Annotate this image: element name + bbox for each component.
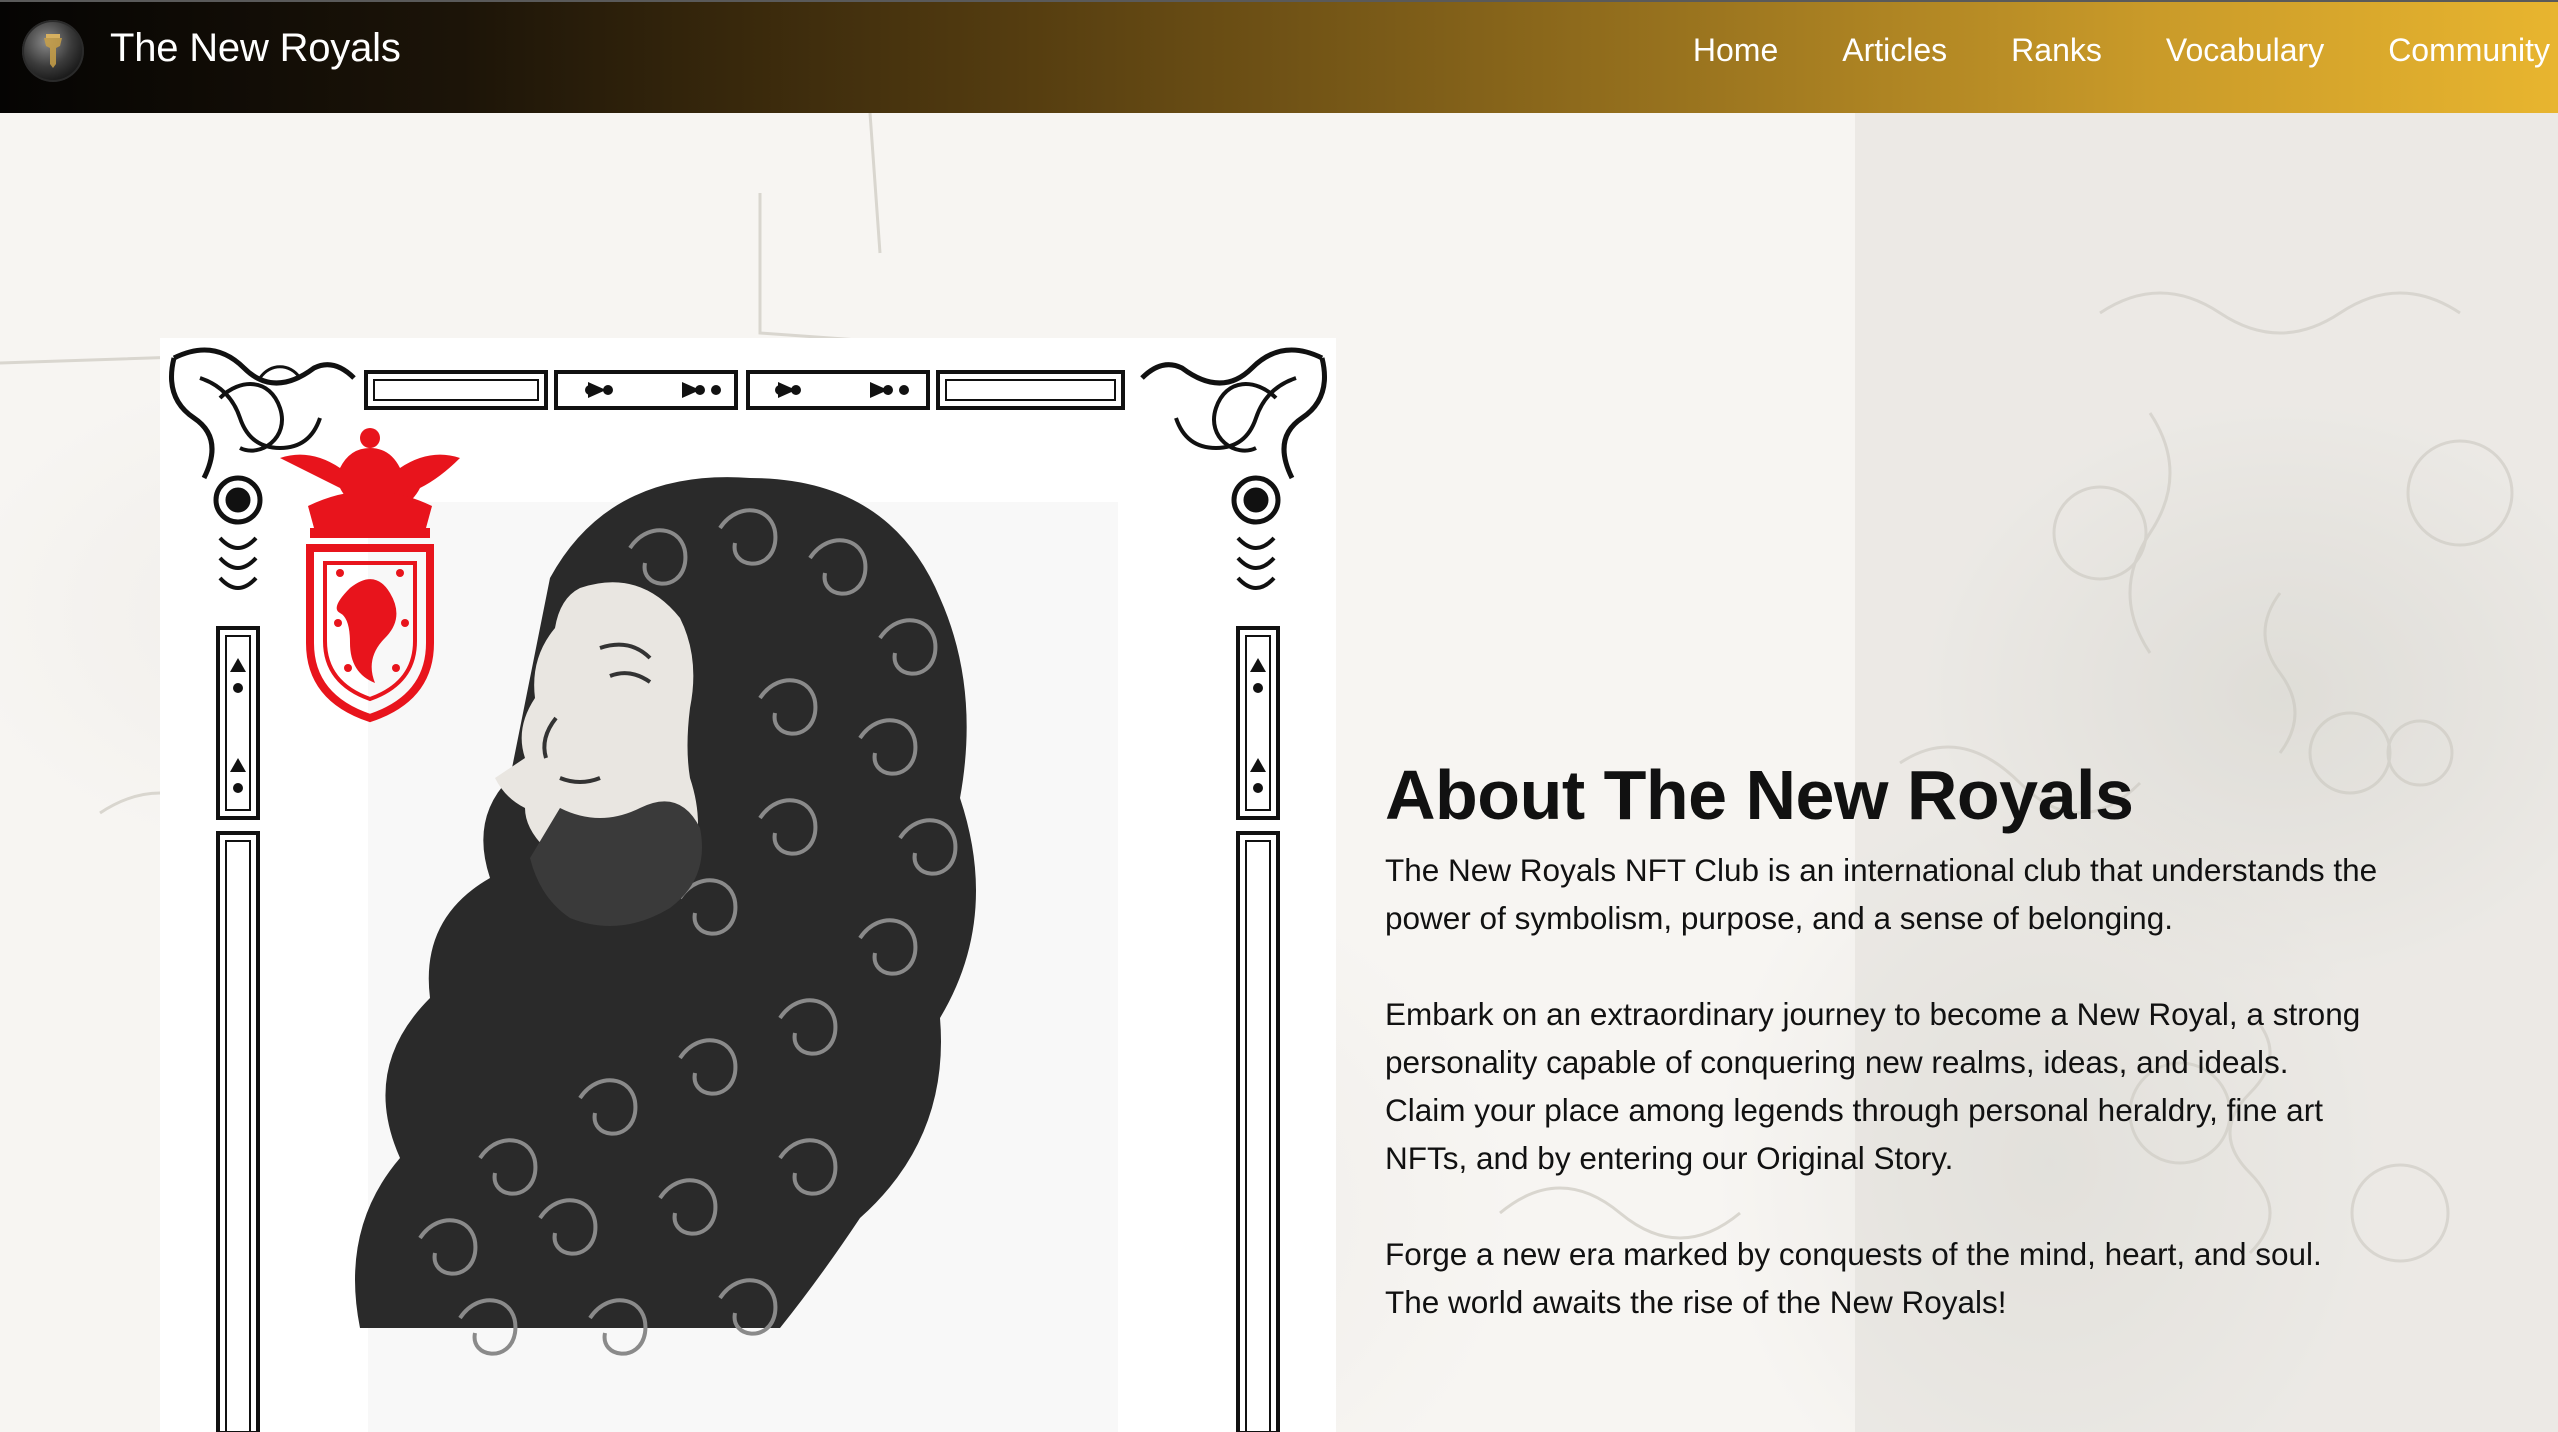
about-paragraph-2b: Claim your place among legends through p… — [1385, 1091, 2323, 1176]
top-navigation-bar: The New Royals Home Articles Ranks Vocab… — [0, 0, 2558, 113]
nav-articles[interactable]: Articles — [1842, 32, 1947, 69]
nav-vocabulary[interactable]: Vocabulary — [2166, 32, 2324, 69]
crest-logo-icon[interactable] — [22, 20, 84, 82]
nav-ranks[interactable]: Ranks — [2011, 32, 2102, 69]
main-nav: Home Articles Ranks Vocabulary Community — [1693, 32, 2550, 69]
about-heading: About The New Royals — [1385, 756, 2134, 834]
about-section: About The New Royals The New Royals NFT … — [1385, 755, 2385, 1326]
nav-community[interactable]: Community — [2388, 32, 2550, 69]
site-title[interactable]: The New Royals — [110, 26, 401, 71]
royal-portrait-card — [160, 338, 1336, 1432]
about-paragraph-2a: Embark on an extraordinary journey to be… — [1385, 995, 2361, 1080]
about-paragraph-3a: Forge a new era marked by conquests of t… — [1385, 1235, 2322, 1272]
about-paragraph-1: The New Royals NFT Club is an internatio… — [1385, 851, 2378, 936]
about-paragraph-3b: The world awaits the rise of the New Roy… — [1385, 1283, 2007, 1320]
nav-home[interactable]: Home — [1693, 32, 1778, 69]
portrait-illustration — [169, 347, 1327, 1432]
